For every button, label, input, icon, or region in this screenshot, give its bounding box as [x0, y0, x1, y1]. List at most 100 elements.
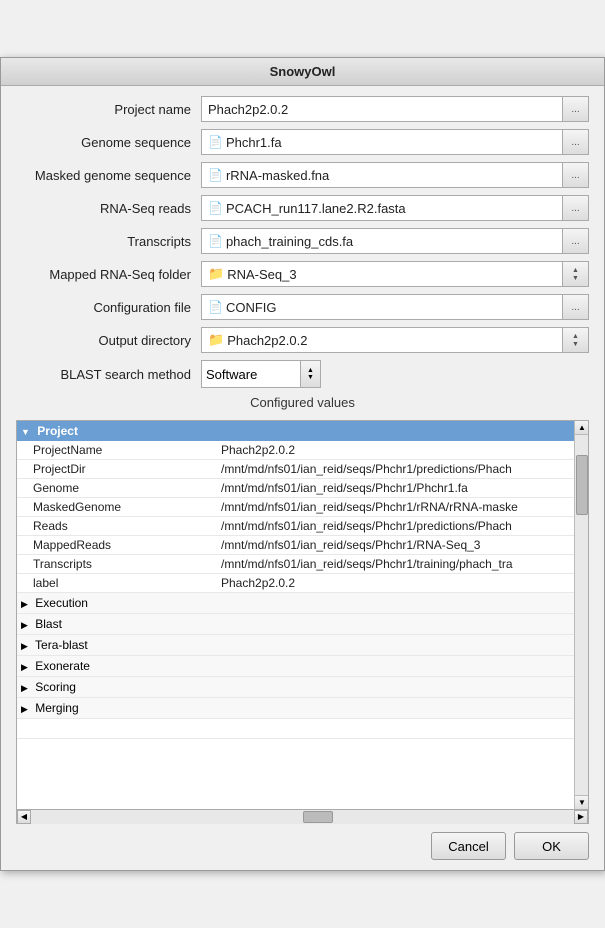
- scoring-group-header[interactable]: ▶ Scoring: [17, 677, 588, 698]
- merging-group-header[interactable]: ▶ Merging: [17, 698, 588, 719]
- terablast-group-header[interactable]: ▶ Tera-blast: [17, 635, 588, 656]
- exonerate-group-label: ▶ Exonerate: [17, 656, 588, 677]
- table-row: label Phach2p2.0.2: [17, 574, 588, 593]
- scroll-left-icon: ◀: [21, 812, 27, 821]
- masked-genome-value: rRNA-masked.fna: [226, 168, 534, 183]
- val-cell: Phach2p2.0.2: [217, 574, 588, 593]
- scroll-up-icon: ▲: [578, 423, 586, 432]
- masked-file-icon: 📄: [208, 168, 223, 182]
- mapped-rnaseq-dropdown-wrap: 📁 RNA-Seq_3 ▲ ▼: [201, 261, 589, 287]
- output-dir-label: Output directory: [16, 333, 201, 348]
- output-dir-dropdown[interactable]: 📁 Phach2p2.0.2: [201, 327, 563, 353]
- config-file-input[interactable]: 📄 CONFIG: [201, 294, 563, 320]
- scroll-right-btn[interactable]: ▶: [574, 810, 588, 824]
- output-dir-dropdown-wrap: 📁 Phach2p2.0.2 ▲ ▼: [201, 327, 589, 353]
- table-row: [17, 719, 588, 739]
- expand-icon-merging: ▶: [21, 704, 28, 714]
- config-table: ▼ Project ProjectName Phach2p2.0.2 Proje…: [17, 421, 588, 739]
- button-row: Cancel OK: [1, 824, 604, 870]
- mapped-rnaseq-label: Mapped RNA-Seq folder: [16, 267, 201, 282]
- arrow-up-icon-2: ▲: [572, 333, 579, 340]
- key-cell: ProjectDir: [17, 460, 217, 479]
- genome-sequence-input[interactable]: 📄 Phchr1.fa: [201, 129, 563, 155]
- project-name-label: Project name: [16, 102, 201, 117]
- config-file-value: CONFIG: [226, 300, 534, 315]
- config-file-browse-btn[interactable]: ...: [563, 294, 589, 320]
- genome-sequence-browse-btn[interactable]: ...: [563, 129, 589, 155]
- mapped-rnaseq-row: Mapped RNA-Seq folder 📁 RNA-Seq_3 ▲ ▼: [16, 261, 589, 287]
- val-cell: /mnt/md/nfs01/ian_reid/seqs/Phchr1/train…: [217, 555, 588, 574]
- scroll-left-btn[interactable]: ◀: [17, 810, 31, 824]
- browse-icon-6: ...: [571, 302, 579, 313]
- genome-sequence-value: Phchr1.fa: [226, 135, 534, 150]
- blast-group-label: ▶ Blast: [17, 614, 588, 635]
- rnaseq-reads-browse-btn[interactable]: ...: [563, 195, 589, 221]
- expand-icon-scoring: ▶: [21, 683, 28, 693]
- scroll-down-btn[interactable]: ▼: [575, 795, 589, 809]
- key-cell: ProjectName: [17, 441, 217, 460]
- project-group-header[interactable]: ▼ Project: [17, 421, 588, 441]
- horizontal-scrollbar[interactable]: ◀ ▶: [16, 810, 589, 824]
- collapse-icon: ▼: [21, 427, 30, 437]
- blast-software-select[interactable]: Software: [201, 360, 301, 388]
- masked-genome-row: Masked genome sequence 📄 rRNA-masked.fna…: [16, 162, 589, 188]
- output-dir-row: Output directory 📁 Phach2p2.0.2 ▲ ▼: [16, 327, 589, 353]
- execution-group-header[interactable]: ▶ Execution: [17, 593, 588, 614]
- main-window: SnowyOwl Project name Phach2p2.0.2 ... G…: [0, 57, 605, 871]
- project-name-value: Phach2p2.0.2: [208, 102, 534, 117]
- expand-icon-terablast: ▶: [21, 641, 28, 651]
- browse-icon-4: ...: [571, 203, 579, 214]
- scrollbar-thumb[interactable]: [576, 455, 588, 515]
- cancel-button[interactable]: Cancel: [431, 832, 506, 860]
- mapped-rnaseq-dropdown[interactable]: 📁 RNA-Seq_3: [201, 261, 563, 287]
- tree-table[interactable]: ▼ Project ProjectName Phach2p2.0.2 Proje…: [17, 421, 588, 809]
- table-row: ProjectDir /mnt/md/nfs01/ian_reid/seqs/P…: [17, 460, 588, 479]
- genome-sequence-row: Genome sequence 📄 Phchr1.fa ...: [16, 129, 589, 155]
- spinner-down-icon: ▼: [307, 374, 314, 381]
- rnaseq-reads-input[interactable]: 📄 PCACH_run117.lane2.R2.fasta: [201, 195, 563, 221]
- configured-values-label: Configured values: [16, 395, 589, 410]
- hscrollbar-track: [31, 810, 574, 824]
- exonerate-group-header[interactable]: ▶ Exonerate: [17, 656, 588, 677]
- vertical-scrollbar[interactable]: ▲ ▼: [574, 421, 588, 809]
- key-cell: Transcripts: [17, 555, 217, 574]
- transcripts-label: Transcripts: [16, 234, 201, 249]
- table-row: Reads /mnt/md/nfs01/ian_reid/seqs/Phchr1…: [17, 517, 588, 536]
- config-file-row: Configuration file 📄 CONFIG ...: [16, 294, 589, 320]
- terablast-group-label: ▶ Tera-blast: [17, 635, 588, 656]
- project-name-browse-btn[interactable]: ...: [563, 96, 589, 122]
- masked-genome-input[interactable]: 📄 rRNA-masked.fna: [201, 162, 563, 188]
- browse-icon-2: ...: [571, 137, 579, 148]
- spinner-up-icon: ▲: [307, 367, 314, 374]
- key-cell: label: [17, 574, 217, 593]
- masked-genome-browse-btn[interactable]: ...: [563, 162, 589, 188]
- project-name-input[interactable]: Phach2p2.0.2: [201, 96, 563, 122]
- table-row: Genome /mnt/md/nfs01/ian_reid/seqs/Phchr…: [17, 479, 588, 498]
- arrow-down-icon-2: ▼: [572, 341, 579, 348]
- browse-icon-3: ...: [571, 170, 579, 181]
- transcripts-value: phach_training_cds.fa: [226, 234, 534, 249]
- table-row: MaskedGenome /mnt/md/nfs01/ian_reid/seqs…: [17, 498, 588, 517]
- ok-button[interactable]: OK: [514, 832, 589, 860]
- blast-software-spinner[interactable]: ▲ ▼: [301, 360, 321, 388]
- masked-genome-input-wrap: 📄 rRNA-masked.fna ...: [201, 162, 589, 188]
- blast-group-header[interactable]: ▶ Blast: [17, 614, 588, 635]
- scroll-up-btn[interactable]: ▲: [575, 421, 589, 435]
- val-cell: Phach2p2.0.2: [217, 441, 588, 460]
- key-cell: MaskedGenome: [17, 498, 217, 517]
- blast-search-row: BLAST search method Software ▲ ▼: [16, 360, 589, 388]
- config-file-icon: 📄: [208, 300, 223, 314]
- mapped-rnaseq-arrow-btn[interactable]: ▲ ▼: [563, 261, 589, 287]
- hscrollbar-thumb[interactable]: [303, 811, 333, 823]
- title-bar: SnowyOwl: [1, 58, 604, 86]
- arrow-down-icon: ▼: [572, 275, 579, 282]
- key-cell: MappedReads: [17, 536, 217, 555]
- key-cell: Reads: [17, 517, 217, 536]
- merging-group-label: ▶ Merging: [17, 698, 588, 719]
- output-dir-arrow-btn[interactable]: ▲ ▼: [563, 327, 589, 353]
- transcripts-input[interactable]: 📄 phach_training_cds.fa: [201, 228, 563, 254]
- config-file-label: Configuration file: [16, 300, 201, 315]
- rnaseq-reads-label: RNA-Seq reads: [16, 201, 201, 216]
- transcripts-browse-btn[interactable]: ...: [563, 228, 589, 254]
- form-area: Project name Phach2p2.0.2 ... Genome seq…: [1, 86, 604, 420]
